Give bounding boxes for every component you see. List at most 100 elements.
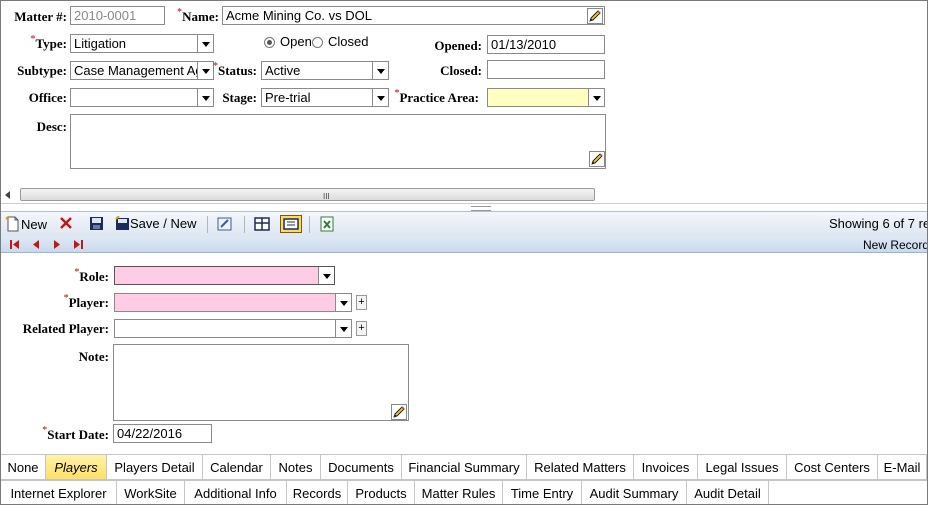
type-label: *Type: (30, 34, 67, 51)
excel-export-icon (320, 216, 334, 232)
tab-email[interactable]: E-Mail (878, 455, 927, 480)
edit-pencil-icon[interactable] (391, 404, 407, 420)
record-count-text: Showing 6 of 7 re (829, 216, 928, 231)
matter-window: Matter #: 2010-0001 *Name: Acme Mining C… (0, 0, 928, 505)
chevron-down-icon[interactable] (588, 89, 604, 106)
tab-financial-summary[interactable]: Financial Summary (402, 455, 527, 480)
closed-radio[interactable] (312, 37, 323, 48)
type-select[interactable]: Litigation (70, 34, 214, 53)
grid-view-icon (254, 217, 270, 231)
save-disk-icon (90, 217, 103, 230)
start-date-field[interactable]: 04/22/2016 (113, 424, 212, 443)
edit-form-icon (217, 217, 232, 231)
desc-label: Desc: (36, 119, 67, 134)
status-select[interactable]: Active (261, 61, 389, 80)
closed-date-field[interactable] (487, 60, 605, 79)
open-radio-label: Open (280, 34, 312, 49)
tab-related-matters[interactable]: Related Matters (527, 455, 634, 480)
stage-label: Stage: (222, 90, 257, 105)
toolbar-separator (244, 216, 245, 233)
toolbar-separator (207, 216, 208, 233)
save-button[interactable] (89, 216, 104, 232)
tab-calendar[interactable]: Calendar (203, 455, 271, 480)
last-record-icon[interactable] (74, 240, 84, 249)
opened-label: Opened: (434, 38, 482, 53)
chevron-down-icon[interactable] (372, 89, 388, 106)
chevron-down-icon[interactable] (335, 320, 351, 337)
previous-record-icon[interactable] (32, 240, 40, 249)
tab-audit-summary[interactable]: Audit Summary (582, 481, 687, 504)
export-excel-button[interactable] (319, 216, 335, 232)
closed-label: Closed: (440, 63, 482, 78)
subtype-label: Subtype: (17, 63, 67, 78)
next-record-icon[interactable] (53, 240, 61, 249)
scroll-left-icon[interactable] (5, 191, 10, 199)
first-record-icon[interactable] (10, 240, 20, 249)
name-field[interactable]: Acme Mining Co. vs DOL (222, 6, 605, 25)
tab-legal-issues[interactable]: Legal Issues (698, 455, 787, 480)
save-new-icon (115, 215, 129, 230)
subtype-select[interactable]: Case Management Ag (70, 61, 214, 80)
tab-none[interactable]: None (1, 455, 46, 480)
tab-documents[interactable]: Documents (321, 455, 402, 480)
edit-pencil-icon[interactable] (587, 8, 603, 24)
role-label: *Role: (74, 267, 109, 284)
tab-time-entry[interactable]: Time Entry (503, 481, 582, 504)
note-textarea[interactable] (113, 344, 409, 421)
status-label: *Status: (212, 61, 257, 78)
scroll-grip-icon: III (323, 192, 330, 201)
tab-players-detail[interactable]: Players Detail (107, 455, 203, 480)
tab-invoices[interactable]: Invoices (634, 455, 698, 480)
add-player-button[interactable]: + (356, 295, 367, 310)
tab-row-1: None Players Players Detail Calendar Not… (1, 454, 927, 481)
tab-notes[interactable]: Notes (271, 455, 321, 480)
start-date-label: *Start Date: (42, 425, 109, 442)
delete-button[interactable] (59, 216, 73, 232)
chevron-down-icon[interactable] (318, 267, 334, 284)
player-select[interactable] (114, 293, 352, 312)
opened-date-field[interactable]: 01/13/2010 (487, 35, 605, 54)
tab-audit-detail[interactable]: Audit Detail (687, 481, 769, 504)
chevron-down-icon[interactable] (372, 62, 388, 79)
tab-cost-centers[interactable]: Cost Centers (787, 455, 878, 480)
matter-number-field[interactable]: 2010-0001 (70, 6, 165, 25)
add-related-player-button[interactable]: + (356, 321, 367, 336)
tab-records[interactable]: Records (287, 481, 348, 504)
tab-internet-explorer[interactable]: Internet Explorer (1, 481, 117, 504)
practice-area-select[interactable] (487, 88, 605, 107)
related-player-label: Related Player: (22, 321, 109, 336)
open-radio[interactable] (264, 37, 275, 48)
tab-products[interactable]: Products (348, 481, 415, 504)
save-new-button[interactable]: Save / New (115, 215, 196, 232)
tab-players[interactable]: Players (46, 455, 107, 480)
related-player-select[interactable] (114, 319, 352, 338)
office-select[interactable] (70, 88, 214, 107)
form-view-icon (280, 215, 302, 233)
scrollbar-thumb[interactable]: III (20, 188, 595, 201)
player-label: *Player: (63, 293, 109, 310)
new-button[interactable]: New (5, 216, 47, 232)
closed-radio-label: Closed (328, 34, 369, 49)
practice-area-label: *Practice Area: (394, 88, 479, 105)
matter-number-label: Matter #: (14, 9, 67, 24)
tab-matter-rules[interactable]: Matter Rules (415, 481, 503, 504)
role-select[interactable] (114, 266, 335, 285)
new-document-icon (5, 216, 19, 232)
name-label: *Name: (177, 7, 219, 24)
tab-additional-info[interactable]: Additional Info (185, 481, 287, 504)
tab-worksite[interactable]: WorkSite (117, 481, 185, 504)
new-record-text: New Record (863, 238, 928, 252)
grid-view-button[interactable] (254, 216, 270, 232)
office-label: Office: (28, 90, 67, 105)
edit-pencil-icon[interactable] (589, 151, 605, 167)
stage-select[interactable]: Pre-trial (261, 88, 389, 107)
desc-textarea[interactable] (70, 114, 606, 169)
chevron-down-icon[interactable] (197, 35, 213, 52)
horizontal-scrollbar[interactable]: III (1, 186, 927, 203)
edit-button[interactable] (217, 216, 233, 232)
form-view-button[interactable] (280, 215, 302, 233)
note-label: Note: (78, 349, 109, 364)
delete-x-icon (60, 217, 72, 229)
toolbar-separator (309, 216, 310, 233)
chevron-down-icon[interactable] (335, 294, 351, 311)
